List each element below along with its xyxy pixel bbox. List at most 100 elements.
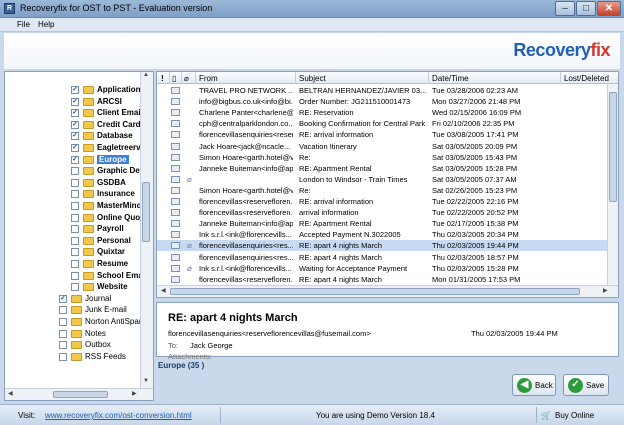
table-row[interactable]: Simon Hoare<garth.hotel@v... Re: Sat 03/05…	[157, 152, 609, 163]
tree-item[interactable]: Online Quot	[5, 213, 143, 224]
tree-checkbox[interactable]	[71, 213, 79, 222]
tree-checkbox[interactable]: ✓	[59, 294, 67, 303]
tree-item[interactable]: RSS Feeds	[5, 352, 140, 363]
table-row[interactable]: florencevillas<reservefloren... arrival i…	[157, 207, 609, 218]
tree-checkbox[interactable]: ✓	[71, 132, 79, 141]
folder-tree-hscroll[interactable]: ◀ ▶	[5, 388, 153, 400]
buy-online-link[interactable]: Buy Online	[555, 411, 594, 420]
menu-help[interactable]: Help	[38, 20, 54, 29]
scroll-right-icon[interactable]: ▶	[603, 287, 608, 294]
tree-checkbox[interactable]: ✓	[71, 97, 79, 106]
tree-item[interactable]: ✓ ARCSI	[5, 97, 140, 108]
tree-item[interactable]: GSDBA	[5, 178, 140, 189]
message-list-hscroll-thumb[interactable]	[170, 288, 580, 295]
folder-tree-scroll-thumb[interactable]	[142, 182, 150, 242]
tree-item[interactable]: ✓ Europe	[5, 154, 140, 166]
folder-icon	[83, 225, 94, 234]
tree-item[interactable]: ✓ Credit Card	[5, 120, 141, 131]
message-list-scroll-thumb[interactable]	[609, 92, 617, 202]
tree-item[interactable]: Resume	[5, 259, 140, 270]
table-row[interactable]: ⌀ florencevillasenquiries<res... RE: apart…	[157, 240, 609, 252]
tree-item[interactable]: Insurance	[5, 189, 140, 200]
tree-item[interactable]: ✓ Eagletreerv	[5, 143, 141, 154]
tree-checkbox[interactable]	[71, 271, 79, 280]
col-from[interactable]: From	[199, 74, 218, 83]
table-row[interactable]: ⌀ London to Windsor - Train Times Sat 03/0…	[157, 174, 609, 185]
tree-checkbox[interactable]: ✓	[71, 144, 79, 152]
tree-checkbox[interactable]: ✓	[71, 109, 79, 118]
tree-checkbox[interactable]: ✓	[71, 155, 79, 164]
tree-checkbox[interactable]	[71, 283, 79, 292]
close-button[interactable]: ✕	[597, 1, 621, 16]
table-row[interactable]: florencevillas<reservefloren... RE: apart…	[157, 274, 609, 285]
col-subject[interactable]: Subject	[299, 74, 326, 83]
scroll-left-icon[interactable]: ◀	[8, 390, 13, 397]
tree-item[interactable]: Outbox	[5, 340, 140, 351]
table-row[interactable]: Charlene Panter<charlene@... RE: Reservat…	[157, 107, 609, 118]
tree-checkbox[interactable]	[71, 236, 79, 245]
tree-item[interactable]: Notes	[5, 329, 140, 340]
file-icon[interactable]: ▯	[172, 74, 176, 83]
tree-checkbox[interactable]	[59, 329, 67, 338]
tree-checkbox[interactable]	[71, 225, 79, 234]
menu-file[interactable]: File	[17, 20, 30, 29]
table-row[interactable]: ⌀ Ink s.r.l.<ink@florencevills... Waiting …	[157, 263, 609, 274]
tree-checkbox[interactable]	[59, 352, 67, 361]
col-lost-deleted[interactable]: Lost/Deleted	[564, 74, 609, 83]
minimize-button[interactable]: –	[555, 1, 575, 16]
folder-tree-vscroll[interactable]: ▲ ▼	[140, 72, 153, 388]
tree-checkbox[interactable]	[71, 202, 79, 210]
tree-item[interactable]: Payroll	[5, 224, 140, 235]
app-icon[interactable]: R	[4, 3, 15, 14]
scroll-right-icon[interactable]: ▶	[132, 390, 137, 397]
table-row[interactable]: Ink s.r.l.<ink@florencevills... Accepted …	[157, 229, 609, 240]
table-row[interactable]: Janneke Buiteman<info@ap... RE: Apartment…	[157, 163, 609, 174]
tree-checkbox[interactable]	[71, 248, 79, 257]
tree-checkbox[interactable]	[59, 341, 67, 350]
table-row[interactable]: info@bigbus.co.uk<info@bi... Order Number…	[157, 96, 609, 107]
tree-item[interactable]: MasterMind	[5, 201, 141, 212]
table-row[interactable]: cph@centralparklondon.co.... Booking Conf…	[157, 118, 609, 129]
table-row[interactable]: Simon Hoare<garth.hotel@v... Re: Sat 02/26…	[157, 185, 609, 196]
tree-checkbox[interactable]: ✓	[71, 86, 79, 94]
message-list-hscroll[interactable]: ◀ ▶	[157, 285, 618, 297]
tree-checkbox[interactable]	[59, 318, 67, 326]
tree-item[interactable]: Norton AntiSpar	[5, 317, 141, 328]
col-flag[interactable]: !	[161, 74, 164, 83]
website-link[interactable]: www.recoveryfix.com/ost-conversion.html	[45, 411, 192, 420]
cart-icon[interactable]: 🛒	[541, 411, 551, 420]
table-row[interactable]: florencevillas<reservefloren... RE: arriv…	[157, 196, 609, 207]
tree-item[interactable]: School Emai	[5, 271, 145, 282]
tree-item[interactable]: ✓ Client Emails	[5, 108, 147, 119]
scroll-up-icon[interactable]: ▲	[141, 72, 151, 81]
tree-checkbox[interactable]	[59, 306, 67, 315]
scroll-down-icon[interactable]: ▼	[141, 378, 151, 387]
message-list-vscroll[interactable]	[607, 84, 618, 285]
tree-checkbox[interactable]	[71, 260, 79, 268]
paperclip-icon[interactable]: ⌀	[184, 74, 189, 83]
tree-item[interactable]: Junk E-mail	[5, 305, 140, 316]
save-button[interactable]: ✓ Save	[563, 374, 609, 396]
tree-item[interactable]: ✓ Journal	[5, 294, 140, 305]
tree-checkbox[interactable]	[71, 167, 79, 176]
back-button[interactable]: ◀ Back	[512, 374, 556, 396]
tree-checkbox[interactable]: ✓	[71, 120, 79, 129]
tree-item[interactable]: Quixtar	[5, 247, 140, 258]
table-row[interactable]: Janneke Buiteman<info@ap... RE: Apartment…	[157, 218, 609, 229]
tree-item-label: Notes	[85, 328, 106, 338]
tree-item[interactable]: ✓ Applications	[5, 85, 145, 96]
tree-item[interactable]: Graphic Des	[5, 166, 144, 177]
tree-item[interactable]: Personal	[5, 236, 140, 247]
maximize-button[interactable]: □	[576, 1, 596, 16]
tree-checkbox[interactable]	[71, 190, 79, 199]
folder-tree-hscroll-thumb[interactable]	[53, 391, 108, 398]
table-row[interactable]: florencevillasenquiries<reser... RE: arri…	[157, 129, 609, 140]
tree-item[interactable]: Website	[5, 282, 140, 293]
tree-checkbox[interactable]	[71, 178, 79, 187]
table-row[interactable]: Jack Hoare<jack@ncacle... Vacation Itiner…	[157, 141, 609, 152]
tree-item[interactable]: ✓ Database	[5, 131, 140, 142]
col-date[interactable]: Date/Time	[432, 74, 469, 83]
table-row[interactable]: florencevillasenquiries<res... RE: apart …	[157, 252, 609, 263]
table-row[interactable]: TRAVEL PRO NETWORK ... BELTRAN HERNANDEZ/…	[157, 85, 609, 96]
scroll-left-icon[interactable]: ◀	[161, 287, 166, 294]
